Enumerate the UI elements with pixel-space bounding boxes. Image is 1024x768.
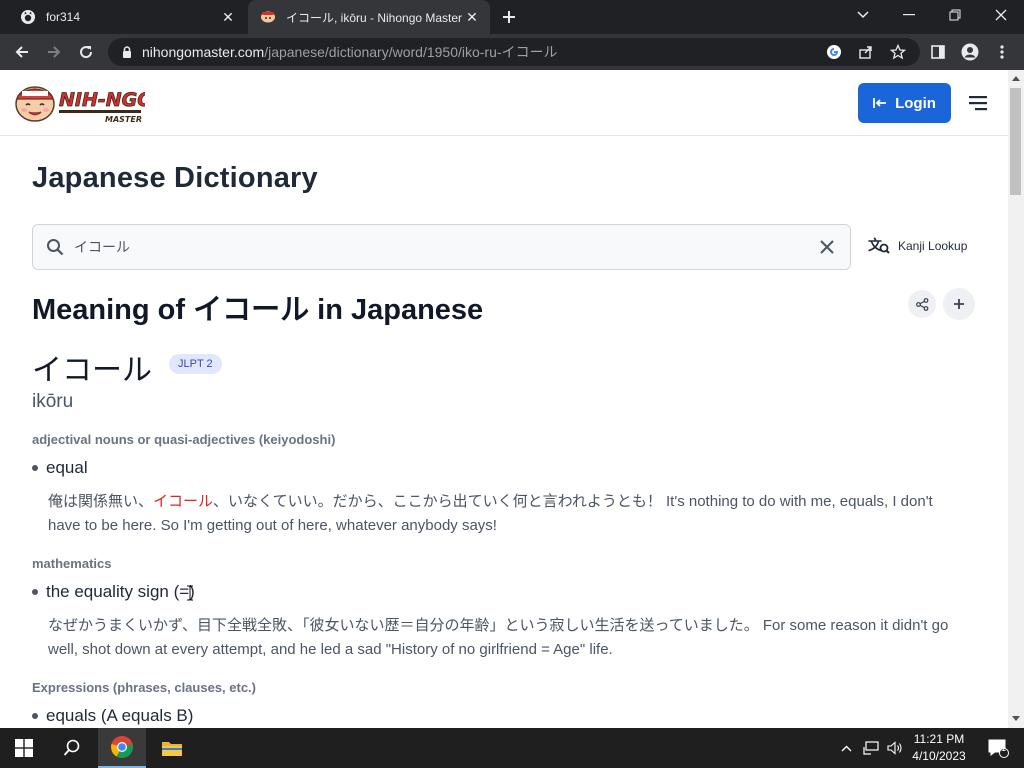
clock-time[interactable]: 11:21 PM	[908, 732, 970, 746]
browser-toolbar: nihongomaster.com/japanese/dictionary/wo…	[0, 34, 1024, 70]
login-arrow-icon	[873, 98, 887, 108]
word-heading: イコール	[32, 354, 152, 387]
google-icon[interactable]	[820, 38, 848, 66]
notification-center-icon[interactable]: 1	[978, 728, 1018, 768]
text-cursor-icon	[187, 585, 193, 601]
svg-text:NIH-NGO: NIH-NGO	[59, 89, 145, 111]
tab-close-icon[interactable]: ✕	[462, 7, 482, 27]
tab-title: for314	[46, 10, 81, 24]
url-path: /japanese/dictionary/word/1950/iko-ru-イコ…	[264, 44, 558, 60]
minimize-icon[interactable]	[886, 0, 932, 30]
tab-close-icon[interactable]: ✕	[218, 7, 238, 27]
chrome-taskbar-icon[interactable]	[98, 728, 146, 768]
scroll-up-arrow-icon[interactable]	[1012, 76, 1020, 81]
clear-search-icon[interactable]	[819, 239, 835, 255]
address-bar[interactable]: nihongomaster.com/japanese/dictionary/wo…	[108, 38, 920, 66]
example-text: 俺は関係無い、	[48, 493, 154, 510]
hamburger-menu-icon[interactable]	[968, 94, 988, 112]
forward-arrow-icon[interactable]	[40, 38, 68, 66]
share-icon[interactable]	[852, 38, 880, 66]
tray-chevron-up-icon[interactable]	[836, 728, 856, 768]
definition: equals (A equals B)	[46, 706, 194, 725]
profile-icon[interactable]	[956, 38, 984, 66]
kanji-lookup-button[interactable]: 文 Kanji Lookup	[868, 236, 967, 256]
browser-tab-nihongo-master[interactable]: イコール, ikōru - Nihongo Master ✕	[248, 0, 490, 34]
browser-tab-strip: for314 ✕ イコール, ikōru - Nihongo Master ✕	[0, 0, 1024, 34]
example-sentence: 俺は関係無い、イコール、いなくていい。だから、ここから出ていく何と言われようとも…	[48, 490, 968, 538]
definition-bullet	[32, 465, 38, 471]
example-highlight: イコール	[153, 493, 214, 510]
taskbar-search-icon[interactable]	[48, 728, 96, 768]
kanji-lookup-label: Kanji Lookup	[898, 239, 968, 253]
definition-bullet	[32, 589, 38, 595]
jlpt-badge: JLPT 2	[169, 354, 222, 374]
browser-tab-for314[interactable]: for314 ✕	[8, 0, 246, 34]
definition-bullet	[32, 713, 38, 719]
notification-count: 1	[1001, 743, 1007, 753]
restore-icon[interactable]	[932, 0, 978, 30]
tab-title: イコール, ikōru - Nihongo Master	[286, 10, 462, 25]
windows-taskbar: 11:21 PM 4/10/2023 1	[0, 728, 1024, 768]
back-arrow-icon[interactable]	[8, 38, 36, 66]
bookmark-star-icon[interactable]	[884, 38, 912, 66]
scroll-down-arrow-icon[interactable]	[1012, 716, 1020, 721]
network-icon[interactable]	[860, 728, 882, 768]
windows-start-icon[interactable]	[0, 728, 48, 768]
romaji-reading: ikōru	[32, 391, 74, 412]
tab-search-chevron-icon[interactable]	[840, 0, 886, 30]
reload-icon[interactable]	[72, 38, 100, 66]
file-explorer-icon[interactable]	[148, 728, 196, 768]
part-of-speech: Expressions (phrases, clauses, etc.)	[32, 680, 256, 695]
definition: the equality sign (=)	[46, 582, 195, 601]
page-viewport: NIH-NGO MASTER Login Japanese Dictionary…	[0, 70, 1008, 728]
search-input[interactable]: イコール	[32, 224, 851, 270]
translate-icon: 文	[868, 237, 890, 254]
search-icon	[47, 239, 64, 256]
github-icon	[20, 9, 36, 25]
close-window-icon[interactable]	[978, 0, 1024, 30]
login-label: Login	[895, 94, 936, 112]
clock-date[interactable]: 4/10/2023	[908, 749, 970, 763]
part-of-speech: mathematics	[32, 556, 112, 571]
meaning-heading: Meaning of イコール in Japanese	[32, 294, 484, 326]
url-text: nihongomaster.com/japanese/dictionary/wo…	[142, 42, 558, 62]
login-button[interactable]: Login	[858, 83, 951, 123]
nihongo-master-logo[interactable]: NIH-NGO MASTER	[15, 82, 154, 124]
url-host: nihongomaster.com	[142, 44, 265, 60]
new-tab-plus-icon[interactable]	[497, 6, 521, 28]
search-value: イコール	[74, 239, 130, 255]
volume-icon[interactable]	[884, 728, 906, 768]
page-scrollbar[interactable]	[1008, 70, 1024, 728]
add-to-list-button[interactable]	[943, 288, 975, 320]
definition: equal	[46, 458, 88, 477]
plus-icon	[954, 299, 964, 309]
nihongo-master-favicon	[260, 9, 276, 25]
svg-text:MASTER: MASTER	[105, 115, 142, 124]
page-title: Japanese Dictionary	[32, 162, 318, 194]
share-button[interactable]	[908, 290, 936, 318]
lock-icon	[123, 46, 131, 58]
share-nodes-icon	[915, 297, 928, 311]
part-of-speech: adjectival nouns or quasi-adjectives (ke…	[32, 432, 336, 447]
scroll-thumb[interactable]	[1010, 88, 1021, 195]
site-header: NIH-NGO MASTER Login	[0, 70, 1008, 136]
side-panel-icon[interactable]	[924, 38, 952, 66]
chrome-menu-icon[interactable]	[988, 38, 1016, 66]
example-sentence: なぜかうまくいかず、目下全戦全敗、「彼女いない歴＝自分の年齢」という寂しい生活を…	[48, 617, 949, 658]
